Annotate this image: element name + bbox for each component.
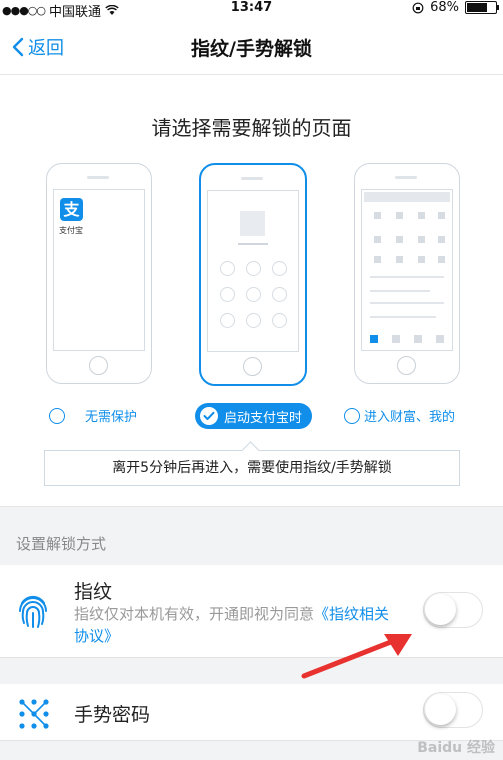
avatar-placeholder [240,211,265,236]
status-bar: ●●●○○ 中国联通 13:47 68% [0,0,503,20]
phone-preview-wealth[interactable] [354,163,460,384]
gesture-row: 手势密码 [0,684,503,740]
gesture-dot [272,287,287,302]
alipay-app-name: 支付宝 [59,226,83,235]
home-button-icon [243,357,262,376]
gesture-dot [220,287,235,302]
option-launch[interactable]: 启动支付宝时 [195,403,313,429]
phone-preview-none[interactable]: 支 支付宝 [46,163,152,384]
fingerprint-title: 指纹 [74,581,113,603]
phone-screen [207,190,299,352]
phone-screen: 支 支付宝 [53,189,145,351]
home-button-icon [397,356,416,375]
gesture-dot [272,261,287,276]
rotation-lock-icon [412,2,424,13]
option-wealth[interactable]: 进入财富、我的 [344,406,455,425]
option-label: 启动支付宝时 [224,410,303,426]
fingerprint-icon [19,596,47,628]
battery-percent: 68% [430,0,459,15]
page-title: 指纹/手势解锁 [191,38,312,60]
section-label: 设置解锁方式 [16,535,107,553]
red-arrow-annotation [301,634,412,679]
fingerprint-desc-text: 指纹仅对本机有效，开通即视为同意 [74,605,315,623]
option-label: 进入财富、我的 [364,410,456,425]
radio-icon [344,407,360,424]
section-divider [0,657,503,685]
toggle-knob [425,594,456,625]
gesture-dot [220,313,235,328]
gesture-dot [220,261,235,276]
fingerprint-toggle[interactable] [423,592,483,628]
gesture-toggle[interactable] [423,692,483,728]
phone-preview-launch[interactable] [199,163,307,386]
option-label: 无需保护 [85,410,138,425]
watermark: Baidu 经验 [417,740,495,756]
phone-screen [361,189,453,351]
battery-icon [465,1,499,14]
gesture-title: 手势密码 [74,704,151,726]
toggle-knob [425,694,456,725]
gesture-dot [246,261,261,276]
gesture-dot [246,313,261,328]
page-heading: 请选择需要解锁的页面 [151,116,352,140]
check-icon [200,407,218,425]
nav-bar: 返回 指纹/手势解锁 [0,18,503,75]
home-button-icon [89,356,108,375]
gesture-dot [246,287,261,302]
gesture-pattern-icon [19,699,49,729]
status-right: 68% [412,0,499,15]
fingerprint-row: 指纹 指纹仅对本机有效，开通即视为同意《指纹相关协议》 [0,565,503,657]
alipay-logo-icon: 支 [60,198,83,221]
option-none[interactable]: 无需保护 [49,406,137,425]
radio-icon [49,407,65,424]
gesture-dot [272,313,287,328]
